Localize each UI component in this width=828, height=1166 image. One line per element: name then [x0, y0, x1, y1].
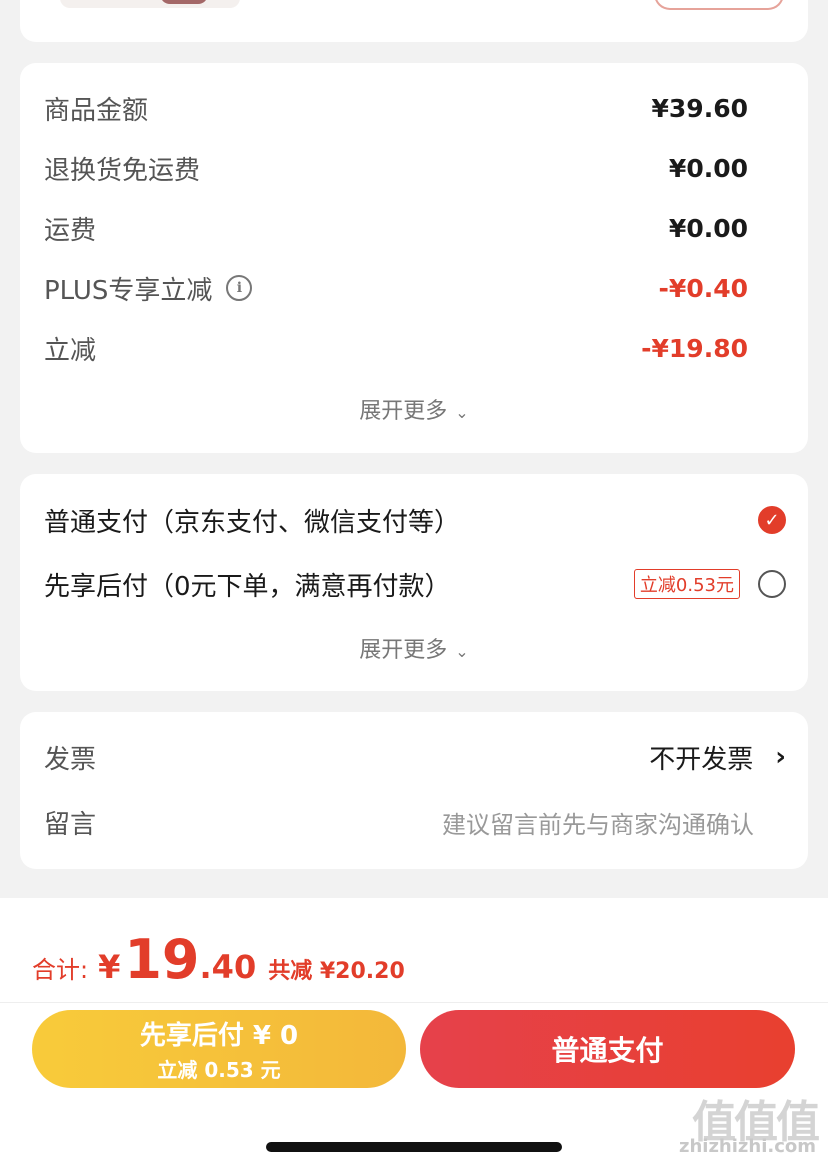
total-label: 合计: — [32, 956, 89, 984]
invoice-value: 不开发票 — [649, 744, 754, 775]
pay-later-button[interactable]: 先享后付 ¥ 0 立减 0.53 元 — [32, 1010, 406, 1088]
message-row[interactable]: 留言 建议留言前先与商家沟通确认 — [44, 800, 786, 844]
payment-expand-more[interactable]: 展开更多 ⌄ — [20, 632, 808, 664]
normal-pay-button-label: 普通支付 — [551, 1034, 664, 1067]
summary-label: PLUS专享立减 i — [44, 270, 253, 307]
pay-later-button-label: 先享后付 ¥ 0 — [139, 1021, 299, 1051]
order-total: 合计: ¥ 19 .40 共减 ¥20.20 — [32, 928, 405, 991]
normal-pay-button[interactable]: 普通支付 — [420, 1010, 795, 1088]
chevron-down-icon: ⌄ — [455, 641, 469, 661]
summary-expand-more[interactable]: 展开更多 ⌄ — [20, 393, 808, 425]
summary-row-goods: 商品金额 ¥39.60 — [44, 88, 748, 128]
invoice-row[interactable]: 发票 不开发票 › — [44, 735, 786, 779]
checkout-bar: 合计: ¥ 19 .40 共减 ¥20.20 先享后付 ¥ 0 立减 0.53 … — [0, 898, 828, 1166]
message-input[interactable]: 建议留言前先与商家沟通确认 — [442, 805, 754, 840]
price-summary-card: 商品金额 ¥39.60 退换货免运费 ¥0.00 运费 ¥0.00 PLUS专享… — [20, 63, 808, 453]
summary-row-return-shipping: 退换货免运费 ¥0.00 — [44, 148, 748, 188]
summary-row-plus-discount: PLUS专享立减 i -¥0.40 — [44, 268, 748, 308]
info-icon[interactable]: i — [226, 275, 253, 301]
watermark-site: zhizhizhi.com — [678, 1136, 816, 1157]
payment-option-normal[interactable]: 普通支付（京东支付、微信支付等） ✓ — [44, 498, 786, 542]
summary-value: ¥0.00 — [668, 153, 748, 183]
summary-label: 商品金额 — [44, 95, 149, 126]
summary-label: 运费 — [44, 215, 97, 246]
invoice-label: 发票 — [44, 744, 97, 775]
chevron-down-icon: ⌄ — [455, 402, 469, 422]
payment-option-pay-later[interactable]: 先享后付（0元下单，满意再付款） 立减0.53元 — [44, 562, 786, 606]
summary-label: 退换货免运费 — [44, 155, 201, 186]
summary-value: -¥19.80 — [641, 333, 748, 363]
total-currency: ¥ — [98, 948, 121, 986]
summary-row-discount: 立减 -¥19.80 — [44, 328, 748, 368]
discount-tag: 立减0.53元 — [633, 569, 740, 599]
total-decimal: .40 — [199, 948, 257, 986]
expand-more-label: 展开更多 — [359, 638, 448, 663]
expand-more-label: 展开更多 — [359, 399, 448, 424]
summary-value: ¥0.00 — [668, 213, 748, 243]
product-action-button-partial[interactable] — [654, 0, 784, 10]
plus-discount-label: PLUS专享立减 — [44, 275, 213, 306]
message-label: 留言 — [44, 809, 97, 840]
product-card-partial — [20, 0, 808, 42]
chevron-right-icon: › — [775, 742, 786, 772]
summary-row-shipping: 运费 ¥0.00 — [44, 208, 748, 248]
order-extra-card: 发票 不开发票 › 留言 建议留言前先与商家沟通确认 — [20, 712, 808, 869]
pay-later-button-sublabel: 立减 0.53 元 — [157, 1058, 281, 1082]
summary-value: ¥39.60 — [651, 93, 748, 123]
total-integer: 19 — [124, 928, 200, 991]
product-thumbnail[interactable] — [60, 0, 240, 8]
home-indicator[interactable] — [266, 1142, 562, 1152]
total-saved: 共减 ¥20.20 — [268, 959, 405, 984]
product-image — [160, 0, 208, 4]
invoice-value-group: 不开发票 › — [649, 739, 786, 776]
radio-checked-icon[interactable]: ✓ — [758, 506, 786, 534]
payment-option-label: 先享后付（0元下单，满意再付款） — [44, 571, 451, 602]
summary-label: 立减 — [44, 335, 97, 366]
radio-unchecked-icon[interactable] — [758, 570, 786, 598]
summary-value: -¥0.40 — [658, 273, 748, 303]
payment-option-label: 普通支付（京东支付、微信支付等） — [44, 507, 461, 538]
payment-method-card: 普通支付（京东支付、微信支付等） ✓ 先享后付（0元下单，满意再付款） 立减0.… — [20, 474, 808, 691]
divider — [0, 1002, 828, 1003]
